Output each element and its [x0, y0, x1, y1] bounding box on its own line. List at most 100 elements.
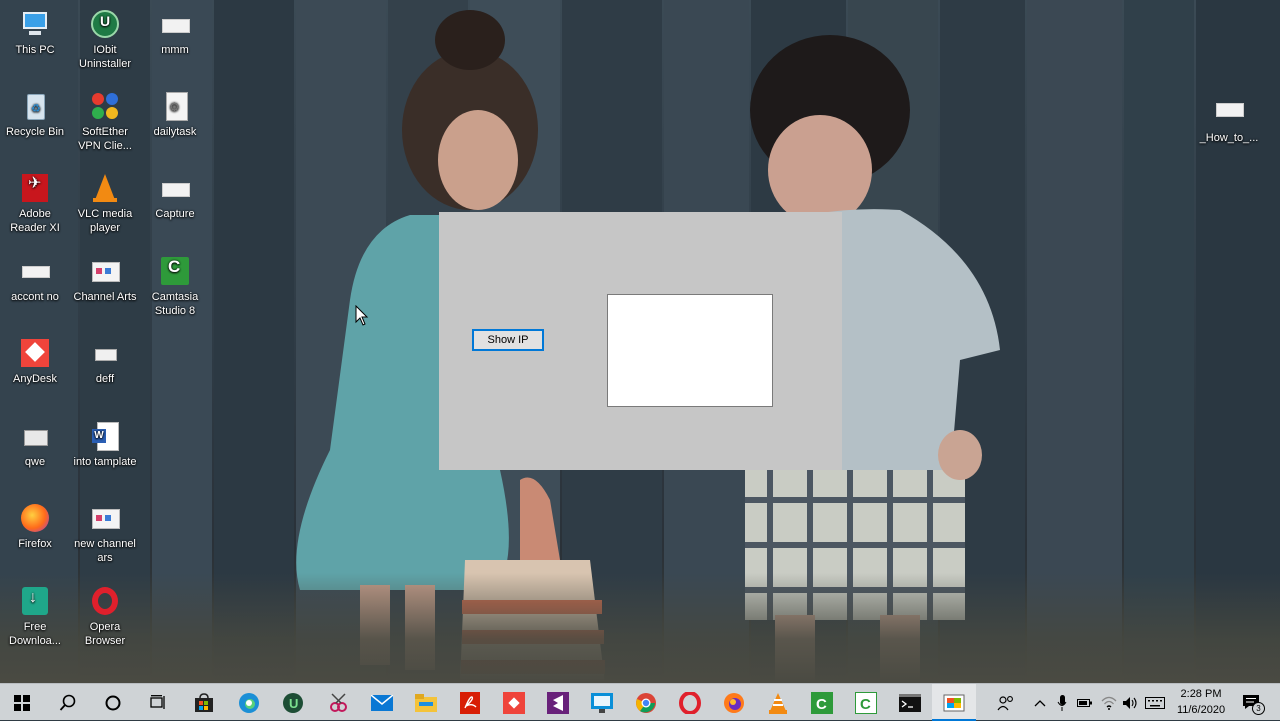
capture-file-icon [19, 420, 51, 452]
desktop-icon-channel-arts[interactable]: Channel Arts [70, 255, 140, 304]
desktop-icon-mmm[interactable]: mmm [140, 8, 210, 57]
taskbar-camtasia-recorder[interactable]: C [844, 684, 888, 721]
touch-keyboard-button[interactable] [1143, 684, 1167, 721]
remote-desktop-icon [591, 692, 613, 713]
desktop-icon-dailytask[interactable]: ⚙ dailytask [140, 90, 210, 139]
anydesk-icon [503, 691, 525, 714]
taskbar-acrobat[interactable] [448, 684, 492, 721]
desktop-icon-accont-no[interactable]: accont no [0, 255, 70, 304]
desktop-icon-label: _How_to_... [1199, 132, 1259, 144]
start-button[interactable] [0, 684, 44, 721]
desktop-icon-camtasia[interactable]: C Camtasia Studio 8 [140, 255, 210, 318]
start-icon [14, 694, 30, 711]
desktop-icon-capture[interactable]: Capture [140, 172, 210, 221]
taskbar-file-explorer[interactable] [404, 684, 448, 721]
taskbar-mail[interactable] [360, 684, 404, 721]
desktop-icon-new-channel-ars[interactable]: new channel ars [70, 502, 140, 565]
clock-date: 11/6/2020 [1176, 704, 1226, 716]
softether-vpn-icon [89, 90, 121, 122]
desktop-icon-this-pc[interactable]: This PC [0, 8, 70, 57]
taskbar-visual-studio[interactable] [536, 684, 580, 721]
desktop-icon-deff[interactable]: deff [70, 337, 140, 386]
taskbar-camtasia[interactable]: C [800, 684, 844, 721]
free-download-icon: ↓ [19, 585, 51, 617]
capture-file-icon [159, 172, 191, 204]
desktop-icon-opera[interactable]: Opera Browser [70, 585, 140, 648]
file-icon [159, 8, 191, 40]
action-center-button[interactable]: 3 [1238, 684, 1266, 721]
taskbar-firefox[interactable] [712, 684, 756, 721]
iobit-uninstaller-icon: U [89, 8, 121, 40]
taskbar-command-prompt[interactable] [888, 684, 932, 721]
desktop-icon-recycle-bin[interactable]: ♻ Recycle Bin [0, 90, 70, 139]
people-icon [997, 695, 1013, 710]
desktop-icon-how-to[interactable]: _How_to_... [1194, 96, 1264, 145]
snipping-icon [330, 692, 347, 712]
desktop-icon-label: mmm [161, 44, 189, 56]
desktop-icon-label: qwe [24, 456, 46, 468]
show-ip-button[interactable]: Show IP [472, 329, 544, 351]
acrobat-icon [460, 691, 480, 714]
desktop-icon-qwe[interactable]: qwe [0, 420, 70, 469]
file-icon [19, 255, 51, 287]
desktop-icon-vlc[interactable]: VLC media player [70, 172, 140, 235]
cortana-icon [105, 695, 121, 710]
desktop-icon-anydesk[interactable]: AnyDesk [0, 337, 70, 386]
mouse-cursor-icon [355, 305, 369, 326]
taskbar-vlc[interactable] [756, 684, 800, 721]
camtasia-icon: C [811, 691, 833, 714]
taskbar-snipping[interactable] [316, 684, 360, 721]
microphone-icon [1057, 694, 1067, 711]
volume-button[interactable] [1120, 684, 1142, 721]
taskbar-edge[interactable] [227, 684, 271, 721]
notification-count-badge: 3 [1252, 701, 1265, 715]
recycle-bin-icon: ♻ [19, 90, 51, 122]
cortana-button[interactable] [91, 684, 135, 721]
desktop-icon-firefox[interactable]: Firefox [0, 502, 70, 551]
taskbar-store[interactable] [182, 684, 226, 721]
desktop-icon-label: deff [95, 373, 115, 385]
tray-overflow-button[interactable] [1030, 684, 1050, 721]
desktop-icon-iobit-uninstaller[interactable]: U IObit Uninstaller [70, 8, 140, 71]
task-view-button[interactable] [136, 684, 180, 721]
battery-button[interactable] [1075, 684, 1095, 721]
desktop-icon-label: Free Downloa... [9, 621, 61, 647]
taskbar-active-app[interactable] [932, 684, 976, 721]
network-button[interactable] [1098, 684, 1120, 721]
microphone-button[interactable] [1052, 684, 1072, 721]
taskbar-remote-desktop[interactable] [580, 684, 624, 721]
desktop-icon-label: IObit Uninstaller [79, 44, 131, 70]
svg-text:U: U [289, 696, 298, 711]
opera-icon [679, 691, 701, 714]
svg-text:C: C [816, 696, 827, 713]
ip-output-textbox[interactable] [607, 294, 773, 407]
this-pc-icon [19, 8, 51, 40]
desktop-icon-label: Capture [155, 208, 195, 220]
desktop-icon-label: AnyDesk [12, 373, 58, 385]
taskbar-opera[interactable] [668, 684, 712, 721]
search-button[interactable] [46, 684, 90, 721]
desktop-icon-label: dailytask [153, 126, 197, 138]
taskbar-iobit[interactable]: U [271, 684, 315, 721]
settings-file-icon: ⚙ [159, 90, 191, 122]
camtasia-icon: C [159, 255, 191, 287]
desktop-icon-adobe-reader[interactable]: ✈ Adobe Reader XI [0, 172, 70, 235]
desktop-icon-label: new channel ars [74, 538, 136, 564]
taskbar-chrome[interactable] [624, 684, 668, 721]
cmd-icon [899, 693, 921, 712]
desktop-icon-label: VLC media player [77, 208, 133, 234]
taskbar-anydesk[interactable] [492, 684, 536, 721]
app-window-icon [943, 694, 965, 711]
clock-time: 2:28 PM [1180, 688, 1222, 700]
file-explorer-icon [415, 693, 437, 712]
file-icon [1213, 96, 1245, 128]
desktop-icon-into-tamplate[interactable]: W into tamplate [70, 420, 140, 469]
keyboard-icon [1145, 696, 1165, 709]
desktop-icon-label: Recycle Bin [5, 126, 65, 138]
taskbar-clock[interactable]: 2:28 PM 11/6/2020 [1170, 686, 1232, 718]
word-document-icon: W [89, 420, 121, 452]
desktop-icon-free-download[interactable]: ↓ Free Downloa... [0, 585, 70, 648]
desktop-icon-label: Channel Arts [73, 291, 137, 303]
desktop-icon-softether-vpn[interactable]: SoftEther VPN Clie... [70, 90, 140, 153]
people-button[interactable] [995, 684, 1017, 721]
